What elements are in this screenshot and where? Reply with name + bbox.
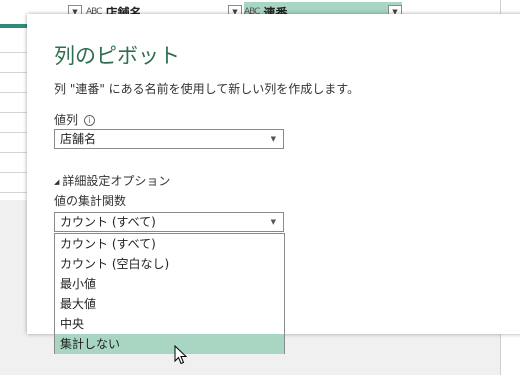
info-icon[interactable]: i: [84, 115, 96, 126]
advanced-options-toggle[interactable]: ◢ 詳細設定オプション: [54, 172, 170, 189]
expand-triangle-icon: ◢: [54, 177, 60, 186]
aggregate-function-value: カウント (すべて): [60, 215, 156, 229]
dropdown-option[interactable]: 最大値: [55, 294, 284, 314]
values-column-select[interactable]: 店舗名 ▼: [54, 129, 284, 149]
aggregate-function-label: 値の集計関数: [54, 194, 127, 208]
grid-row-divider: [0, 132, 28, 133]
grid-row-divider: [0, 52, 28, 53]
mouse-cursor-icon: [174, 345, 188, 365]
grid-row-divider: [0, 72, 28, 73]
dropdown-option[interactable]: カウント (空白なし): [55, 254, 284, 274]
grid-row-divider: [0, 152, 28, 153]
dropdown-option-hovered[interactable]: 集計しない: [55, 334, 284, 354]
values-column-label: 値列: [54, 113, 79, 127]
grid-row-divider: [0, 112, 28, 113]
grid-row-divider: [0, 192, 28, 193]
selection-indicator: [0, 24, 30, 28]
values-column-label-row: 値列 i: [54, 111, 96, 128]
dialog-title: 列のピボット: [54, 44, 180, 68]
chevron-down-icon: ▼: [270, 218, 276, 226]
values-column-value: 店舗名: [60, 132, 97, 146]
aggregate-function-dropdown: カウント (すべて) カウント (空白なし) 最小値 最大値 中央 集計しない: [54, 233, 285, 354]
chevron-down-icon: ▼: [270, 135, 276, 143]
dropdown-option[interactable]: 最小値: [55, 274, 284, 294]
aggregate-function-select[interactable]: カウント (すべて) ▼: [54, 212, 284, 232]
dialog-description: 列 "連番" にある名前を使用して新しい列を作成します。: [54, 82, 360, 96]
dropdown-option[interactable]: カウント (すべて): [55, 234, 284, 254]
dropdown-option[interactable]: 中央: [55, 314, 284, 334]
grid-row-divider: [0, 172, 28, 173]
grid-row-divider: [0, 92, 28, 93]
advanced-options-label: 詳細設定オプション: [62, 174, 171, 188]
